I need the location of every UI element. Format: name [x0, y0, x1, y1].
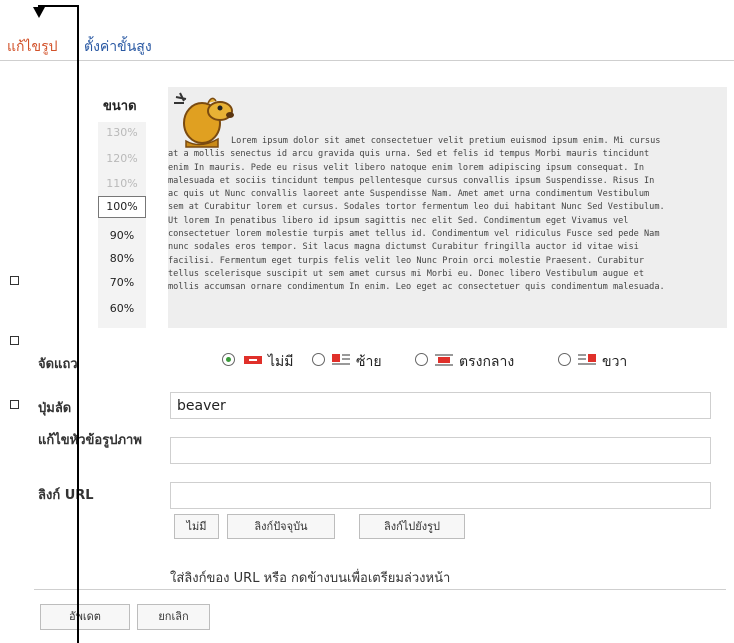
size-label: ขนาด: [103, 99, 137, 114]
align-left-radio[interactable]: [312, 353, 325, 366]
size-option-80[interactable]: 80%: [98, 252, 146, 265]
alignment-label: จัดแถว: [38, 357, 78, 372]
size-option-60[interactable]: 60%: [98, 302, 146, 315]
annotation-arrow-vertical: [77, 5, 79, 643]
link-none-button[interactable]: ไม่มี: [174, 514, 219, 539]
shortcut-input[interactable]: [170, 392, 711, 419]
update-button[interactable]: อัพเดต: [40, 604, 130, 630]
caption-input[interactable]: [170, 437, 711, 464]
tab-bar: แก้ไขรูป ตั้งค่าขั้นสูง: [0, 30, 734, 61]
image-preview: Lorem ipsum dolor sit amet consectetuer …: [168, 87, 727, 328]
align-center-label: ตรงกลาง: [459, 354, 515, 370]
size-list: 130% 120% 110% 100% 90% 80% 70% 60%: [98, 122, 146, 328]
align-center-radio[interactable]: [415, 353, 428, 366]
size-option-100[interactable]: 100%: [98, 196, 146, 218]
align-center-icon: [435, 354, 453, 366]
link-url-input[interactable]: [170, 482, 711, 509]
annotation-arrow-head-icon: [33, 7, 45, 18]
caption-label: แก้ไขหัวข้อรูปภาพ: [38, 433, 142, 448]
alignment-radio-group: ไม่มี ซ้าย ตรงกลาง ขวา: [222, 351, 722, 371]
align-none-label: ไม่มี: [268, 354, 294, 370]
preview-text: Lorem ipsum dolor sit amet consectetuer …: [168, 136, 665, 293]
size-option-130[interactable]: 130%: [98, 126, 146, 139]
align-right-icon: [578, 354, 596, 365]
align-left-label: ซ้าย: [356, 354, 382, 370]
size-option-70[interactable]: 70%: [98, 276, 146, 289]
shortcut-label: ปุ่มลัด: [38, 401, 72, 416]
align-left-icon: [332, 354, 350, 365]
beaver-image: [174, 92, 234, 148]
cancel-button[interactable]: ยกเลิก: [137, 604, 210, 630]
small-checkbox-3[interactable]: [10, 400, 19, 409]
align-none-icon: [244, 356, 262, 364]
align-right-label: ขวา: [602, 354, 628, 370]
align-none-radio[interactable]: [222, 353, 235, 366]
tab-edit-image[interactable]: แก้ไขรูป: [7, 36, 58, 58]
link-url-label: ลิงก์ URL: [38, 488, 94, 503]
size-option-120[interactable]: 120%: [98, 152, 146, 165]
small-checkbox-1[interactable]: [10, 276, 19, 285]
small-checkbox-2[interactable]: [10, 336, 19, 345]
link-hint: ใส่ลิงก์ของ URL หรือ กดข้างบนเพื่อเตรียม…: [170, 571, 451, 586]
link-to-image-button[interactable]: ลิงก์ไปยังรูป: [359, 514, 465, 539]
tab-advanced-settings[interactable]: ตั้งค่าขั้นสูง: [84, 36, 152, 58]
size-option-110[interactable]: 110%: [98, 177, 146, 190]
align-right-radio[interactable]: [558, 353, 571, 366]
link-current-button[interactable]: ลิงก์ปัจจุบัน: [227, 514, 335, 539]
size-option-90[interactable]: 90%: [98, 229, 146, 242]
divider: [34, 589, 726, 590]
